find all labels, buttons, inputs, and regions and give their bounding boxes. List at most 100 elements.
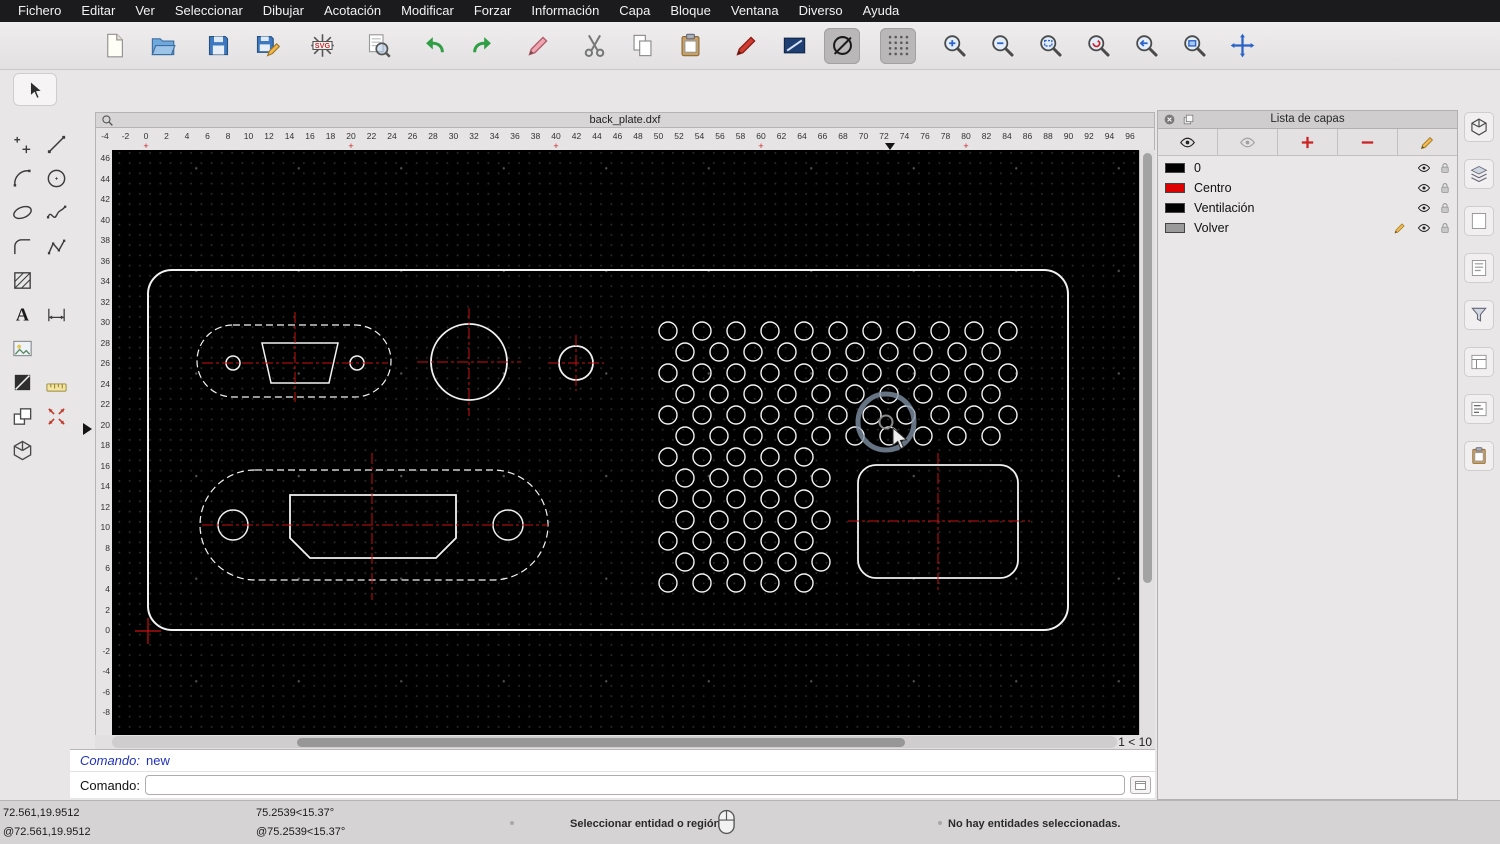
h-ruler-label: 34 (489, 131, 500, 141)
save-button[interactable] (200, 28, 236, 64)
layer-color-swatch (1165, 163, 1185, 173)
layer-visibility-icon[interactable] (1417, 161, 1431, 175)
selection-tool-button[interactable] (13, 73, 57, 106)
zoom-out-button[interactable] (984, 28, 1020, 64)
menu-bloque[interactable]: Bloque (660, 0, 720, 22)
point-tool-button[interactable] (6, 130, 38, 158)
dim-icon (45, 303, 68, 326)
layer-visibility-icon[interactable] (1417, 221, 1431, 235)
zoom-redraw-button[interactable] (1080, 28, 1116, 64)
zoom-in-button[interactable] (936, 28, 972, 64)
zoom-window-button[interactable] (1176, 28, 1212, 64)
command-options-button[interactable] (1130, 776, 1151, 794)
export-svg-button[interactable]: SVG (304, 28, 340, 64)
v-ruler-label: -4 (102, 666, 110, 676)
grid-toggle-button[interactable] (880, 27, 916, 64)
layer-row-volver[interactable]: Volver (1158, 218, 1457, 238)
explode-tool-button[interactable] (40, 402, 72, 430)
line-tool-button[interactable] (40, 130, 72, 158)
measure-tool-button[interactable] (40, 368, 72, 396)
image-tool-button[interactable] (6, 334, 38, 362)
print-preview-button[interactable] (360, 28, 396, 64)
polyline-tool-button[interactable] (40, 232, 72, 260)
menu-seleccionar[interactable]: Seleccionar (165, 0, 253, 22)
layer-lock-icon[interactable] (1438, 181, 1452, 195)
menu-capa[interactable]: Capa (609, 0, 660, 22)
undo-button[interactable] (416, 28, 452, 64)
layer-row-0[interactable]: 0 (1158, 158, 1457, 178)
isometric-tool-button[interactable] (6, 436, 38, 464)
menu-forzar[interactable]: Forzar (464, 0, 522, 22)
zoom-auto-button[interactable] (1032, 28, 1068, 64)
dock-list-button[interactable] (1464, 253, 1494, 283)
measure-icon (45, 371, 68, 394)
menu-ayuda[interactable]: Ayuda (853, 0, 910, 22)
horizontal-scrollbar[interactable] (112, 736, 1117, 748)
h-ruler-label: 8 (225, 131, 231, 141)
dock-table-button[interactable] (1464, 347, 1494, 377)
layer-lock-icon[interactable] (1438, 161, 1452, 175)
dock-clipboard-button[interactable] (1464, 441, 1494, 471)
arc-tool-button[interactable] (6, 164, 38, 192)
remove-layer-button[interactable] (1338, 129, 1398, 156)
menu-diverso[interactable]: Diverso (789, 0, 853, 22)
attributes-button[interactable] (728, 28, 764, 64)
ellipse-tool-button[interactable] (6, 198, 38, 226)
save-as-button[interactable] (248, 28, 284, 64)
layer-visibility-icon[interactable] (1417, 201, 1431, 215)
menu-informacion[interactable]: Información (521, 0, 609, 22)
edit-layer-button[interactable] (1398, 129, 1457, 156)
document-title: back_plate.dxf (589, 114, 661, 126)
menu-ver[interactable]: Ver (125, 0, 165, 22)
dock-blank-button[interactable] (1464, 206, 1494, 236)
layer-visibility-icon[interactable] (1417, 181, 1431, 195)
spline-tool-button[interactable] (40, 198, 72, 226)
cut-button[interactable] (576, 28, 612, 64)
fillet-tool-button[interactable] (6, 232, 38, 260)
layer-lock-icon[interactable] (1438, 201, 1452, 215)
line-attributes-button[interactable] (776, 28, 812, 64)
layer-color-swatch (1165, 203, 1185, 213)
ellipse-tool-button[interactable] (824, 27, 860, 64)
dock-command-button[interactable] (1464, 394, 1494, 424)
vertical-scrollbar[interactable] (1139, 150, 1155, 735)
dock-filter-button[interactable] (1464, 300, 1494, 330)
menu-editar[interactable]: Editar (71, 0, 125, 22)
dimension-tool-button[interactable] (40, 300, 72, 328)
dock-views-button[interactable] (1464, 112, 1494, 142)
penred-icon (733, 32, 760, 59)
edit-entity-button[interactable] (520, 28, 556, 64)
layer-row-centro[interactable]: Centro (1158, 178, 1457, 198)
hatch-tool-button[interactable] (6, 266, 38, 294)
menu-modificar[interactable]: Modificar (391, 0, 464, 22)
horizontal-scrollbar-thumb[interactable] (297, 737, 905, 747)
redo-button[interactable] (464, 28, 500, 64)
copy-button[interactable] (624, 28, 660, 64)
dock-layers-button[interactable] (1464, 159, 1494, 189)
vertical-scrollbar-thumb[interactable] (1143, 153, 1152, 583)
menu-dibujar[interactable]: Dibujar (253, 0, 314, 22)
open-button[interactable] (144, 28, 180, 64)
text-tool-button[interactable]: A (6, 300, 38, 328)
paste-button[interactable] (672, 28, 708, 64)
fill-tool-button[interactable] (6, 368, 38, 396)
drawing-canvas[interactable] (112, 150, 1139, 735)
mouse-icon (717, 808, 736, 836)
layer-lock-icon[interactable] (1438, 221, 1452, 235)
hide-all-layers-button[interactable] (1218, 129, 1278, 156)
v-ruler-label: 4 (105, 584, 110, 594)
new-button[interactable] (96, 28, 132, 64)
menu-fichero[interactable]: Fichero (8, 0, 71, 22)
zoom-previous-button[interactable] (1128, 28, 1164, 64)
line-icon (45, 133, 68, 156)
command-input[interactable] (145, 775, 1125, 795)
menu-ventana[interactable]: Ventana (721, 0, 789, 22)
block-tool-button[interactable] (6, 402, 38, 430)
ruler-cursor-marker-h (885, 143, 895, 150)
show-all-layers-button[interactable] (1158, 129, 1218, 156)
circle-tool-button[interactable] (40, 164, 72, 192)
layer-row-ventilacion[interactable]: Ventilación (1158, 198, 1457, 218)
add-layer-button[interactable] (1278, 129, 1338, 156)
zoom-pan-button[interactable] (1224, 28, 1260, 64)
menu-acotacion[interactable]: Acotación (314, 0, 391, 22)
